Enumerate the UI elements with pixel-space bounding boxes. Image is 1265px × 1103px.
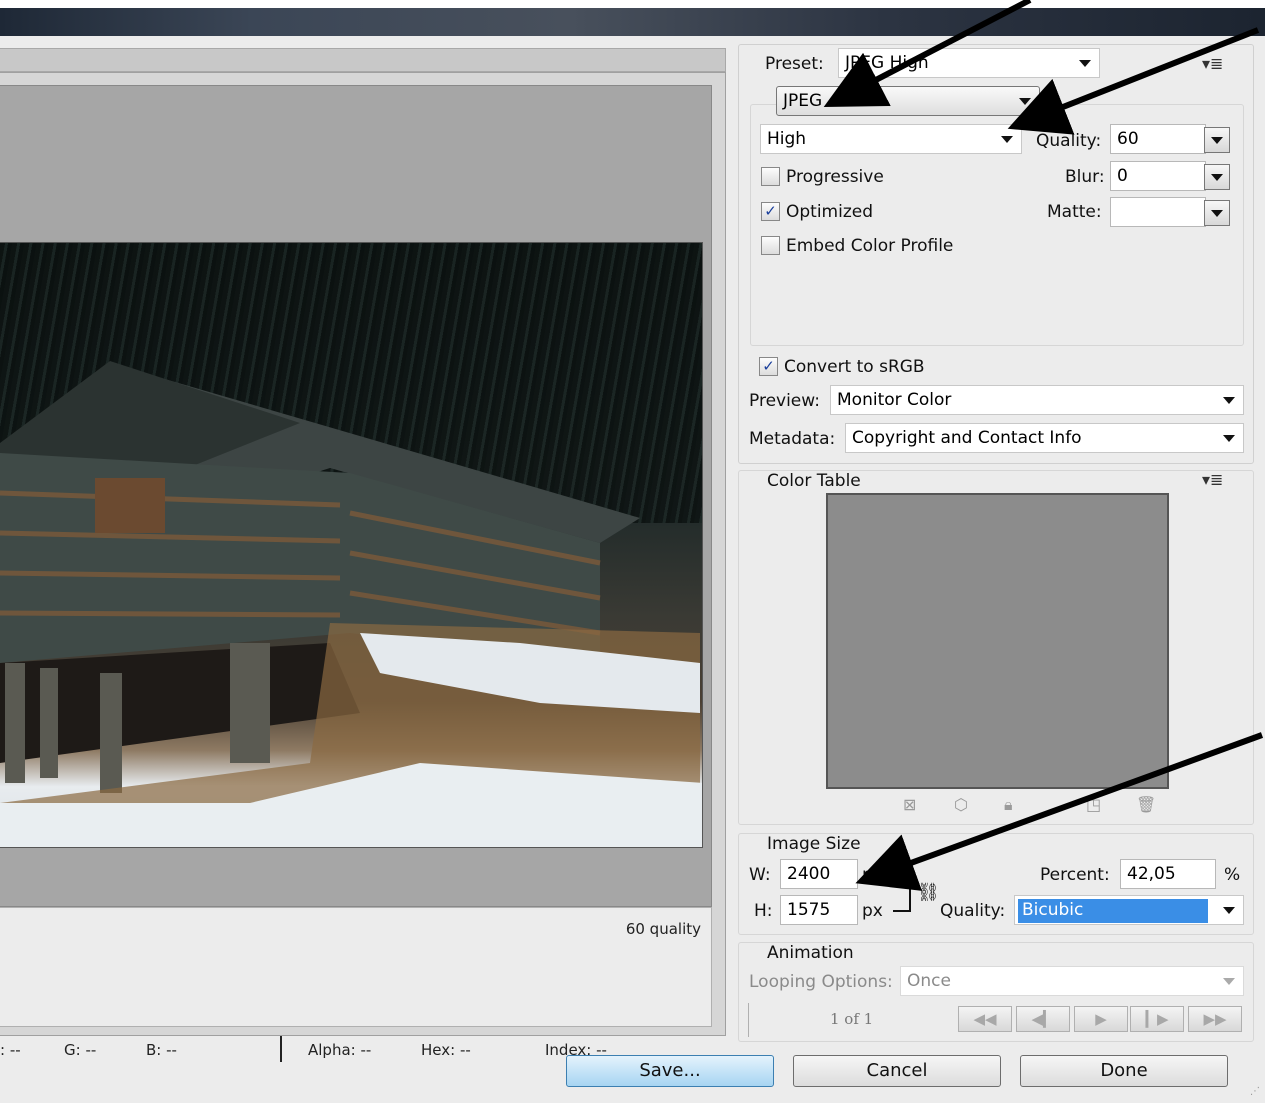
matte-dropdown-button[interactable] bbox=[1204, 200, 1230, 226]
color-table-title: Color Table bbox=[765, 471, 863, 491]
preview-setting-value: Monitor Color bbox=[837, 390, 952, 410]
status-hex: Hex: -- bbox=[421, 1041, 471, 1059]
matte-label: Matte: bbox=[1047, 202, 1102, 222]
quality-label: Quality: bbox=[1036, 131, 1102, 151]
blur-input[interactable]: 0 bbox=[1110, 161, 1206, 191]
preview-setting-select[interactable]: Monitor Color bbox=[830, 385, 1244, 415]
preset-select[interactable]: JPEG High bbox=[838, 48, 1100, 78]
resize-grip-icon[interactable]: ⋰ bbox=[1250, 1086, 1260, 1097]
chevron-down-icon bbox=[1223, 435, 1235, 442]
play-icon[interactable]: ▶ bbox=[1074, 1006, 1128, 1032]
panel-menu-icon[interactable]: ▾≣ bbox=[1202, 54, 1223, 73]
window-title-bar[interactable] bbox=[0, 8, 1265, 36]
metadata-select[interactable]: Copyright and Contact Info bbox=[845, 423, 1244, 453]
lock-color-icon[interactable]: 🔒︎ bbox=[1004, 795, 1013, 815]
quality-input[interactable]: 60 bbox=[1110, 124, 1206, 154]
embed-color-profile-checkbox[interactable] bbox=[761, 236, 780, 255]
file-format-value: JPEG bbox=[783, 91, 823, 111]
percent-label: Percent: bbox=[1040, 865, 1110, 885]
percent-unit: % bbox=[1224, 865, 1241, 885]
chevron-down-icon bbox=[1223, 907, 1235, 914]
width-input[interactable]: 2400 bbox=[780, 859, 858, 889]
height-label: H: bbox=[754, 901, 773, 921]
optimized-label: Optimized bbox=[786, 202, 874, 222]
image-size-title: Image Size bbox=[765, 834, 863, 854]
new-color-icon[interactable]: ◳ bbox=[1086, 795, 1101, 814]
resample-quality-label: Quality: bbox=[940, 901, 1006, 921]
file-format-select[interactable]: JPEG bbox=[776, 86, 1040, 116]
save-button[interactable]: Save... bbox=[566, 1055, 774, 1087]
window-top-edge bbox=[0, 0, 1265, 8]
blur-dropdown-button[interactable] bbox=[1204, 164, 1230, 190]
next-frame-icon[interactable]: ▎▶ bbox=[1130, 1006, 1184, 1032]
height-unit: px bbox=[862, 901, 883, 921]
preview-setting-label: Preview: bbox=[749, 391, 820, 411]
web-shift-icon[interactable]: ⬡ bbox=[954, 795, 968, 814]
embed-color-profile-label: Embed Color Profile bbox=[786, 236, 954, 256]
color-table-menu-icon[interactable]: ▾≣ bbox=[1202, 470, 1223, 489]
first-frame-icon[interactable]: ◀◀ bbox=[958, 1006, 1012, 1032]
blur-label: Blur: bbox=[1065, 167, 1105, 187]
trash-icon[interactable]: 🗑︎ bbox=[1136, 795, 1156, 814]
status-alpha: Alpha: -- bbox=[308, 1041, 372, 1059]
width-label: W: bbox=[749, 865, 771, 885]
metadata-label: Metadata: bbox=[749, 429, 836, 449]
chain-link-icon[interactable]: ⛓ bbox=[917, 882, 940, 903]
preset-label: Preset: bbox=[765, 54, 824, 74]
convert-srgb-checkbox[interactable]: ✓ bbox=[759, 357, 778, 376]
animation-title: Animation bbox=[765, 943, 856, 963]
previous-frame-icon[interactable]: ◀▎ bbox=[1016, 1006, 1070, 1032]
done-button[interactable]: Done bbox=[1020, 1055, 1228, 1087]
width-unit: px bbox=[862, 865, 883, 885]
preview-quality-note: 60 quality bbox=[625, 920, 701, 938]
compression-select[interactable]: High bbox=[760, 124, 1022, 154]
color-table-swatches[interactable] bbox=[826, 493, 1169, 789]
status-red: : -- bbox=[0, 1041, 21, 1059]
frame-divider bbox=[748, 1003, 749, 1037]
chevron-down-icon bbox=[1079, 60, 1091, 67]
progressive-checkbox[interactable] bbox=[761, 167, 780, 186]
height-input[interactable]: 1575 bbox=[780, 895, 858, 925]
chevron-down-icon bbox=[1223, 978, 1235, 985]
cabin-illustration bbox=[0, 361, 702, 847]
last-frame-icon[interactable]: ▶▶ bbox=[1188, 1006, 1242, 1032]
preset-value: JPEG High bbox=[845, 53, 929, 73]
preview-tab-strip[interactable] bbox=[0, 48, 726, 72]
optimized-checkbox[interactable]: ✓ bbox=[761, 202, 780, 221]
preview-pane: 60 quality bbox=[0, 72, 726, 1036]
looping-options-value: Once bbox=[907, 971, 951, 991]
chevron-down-icon bbox=[1223, 397, 1235, 404]
cancel-button[interactable]: Cancel bbox=[793, 1055, 1001, 1087]
chevron-down-icon bbox=[1001, 136, 1013, 143]
preview-canvas[interactable] bbox=[0, 85, 712, 907]
looping-options-select[interactable]: Once bbox=[900, 966, 1244, 996]
metadata-value: Copyright and Contact Info bbox=[852, 428, 1082, 448]
looping-options-label: Looping Options: bbox=[749, 972, 893, 992]
preview-info-panel: 60 quality bbox=[0, 907, 712, 1027]
status-divider bbox=[280, 1036, 282, 1062]
matte-input[interactable] bbox=[1110, 197, 1206, 227]
chevron-down-icon bbox=[1019, 98, 1031, 105]
progressive-label: Progressive bbox=[786, 167, 884, 187]
map-transparency-icon[interactable]: ⊠ bbox=[903, 795, 916, 814]
compression-value: High bbox=[767, 129, 807, 149]
percent-input[interactable]: 42,05 bbox=[1120, 859, 1216, 889]
constrain-bracket bbox=[893, 882, 911, 912]
preview-image bbox=[0, 242, 703, 848]
status-blue: B: -- bbox=[146, 1041, 177, 1059]
frame-counter: 1 of 1 bbox=[830, 1010, 874, 1028]
convert-srgb-label: Convert to sRGB bbox=[784, 357, 925, 377]
status-green: G: -- bbox=[64, 1041, 97, 1059]
quality-dropdown-button[interactable] bbox=[1204, 127, 1230, 153]
resample-quality-value: Bicubic bbox=[1018, 899, 1208, 923]
